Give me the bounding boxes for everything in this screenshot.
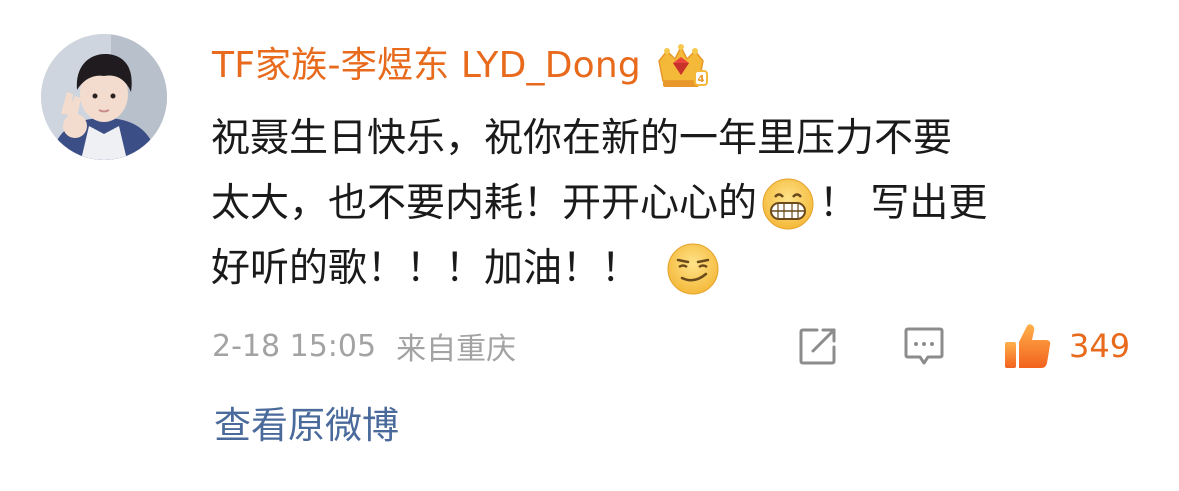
username[interactable]: TF家族-李煜东 LYD_Dong <box>212 38 641 94</box>
location: 来自重庆 <box>396 332 517 367</box>
comment-icon <box>904 327 944 365</box>
thumbs-up-icon <box>1005 324 1051 368</box>
comment-line-1: 祝聂生日快乐，祝你在新的一年里压力不要 <box>211 106 1141 171</box>
comment-line-text: 祝聂生日快乐，祝你在新的一年里压力不要 <box>211 116 953 161</box>
avatar[interactable] <box>41 34 167 160</box>
view-original-link[interactable]: 查看原微博 <box>214 400 399 452</box>
username-row: TF家族-李煜东 LYD_Dong 4 <box>212 38 709 94</box>
comment-button[interactable] <box>902 318 946 374</box>
avatar-image <box>41 34 167 160</box>
comment-line-text: 太大，也不要内耗！开开心心的 <box>211 181 758 226</box>
timestamp: 2-18 15:05 <box>212 328 377 364</box>
crown-badge-icon: 4 <box>653 41 709 91</box>
comment-meta: 2-18 15:05 来自重庆 <box>212 320 516 372</box>
like-button[interactable]: 349 <box>1003 318 1130 374</box>
comment-line-text: ！ 写出更 <box>819 181 988 226</box>
smirk-emoji <box>666 242 720 296</box>
like-count: 349 <box>1069 327 1131 365</box>
svg-text:4: 4 <box>697 74 704 85</box>
comment-card: TF家族-李煜东 LYD_Dong 4 祝聂生日快乐，祝你在新的一年里压力不要 … <box>0 0 1179 491</box>
grin-emoji <box>761 177 815 231</box>
share-icon <box>799 328 836 365</box>
comment-line-3: 好听的歌！！！加油！！ <box>211 236 1141 301</box>
comment-line-2: 太大，也不要内耗！开开心心的 ！ 写出更 <box>211 171 1141 236</box>
comment-line-text: 好听的歌！！！加油！！ <box>211 246 641 291</box>
comment-text: 祝聂生日快乐，祝你在新的一年里压力不要 太大，也不要内耗！开开心心的 ！ 写出更… <box>211 106 1141 301</box>
share-button[interactable] <box>797 318 839 374</box>
